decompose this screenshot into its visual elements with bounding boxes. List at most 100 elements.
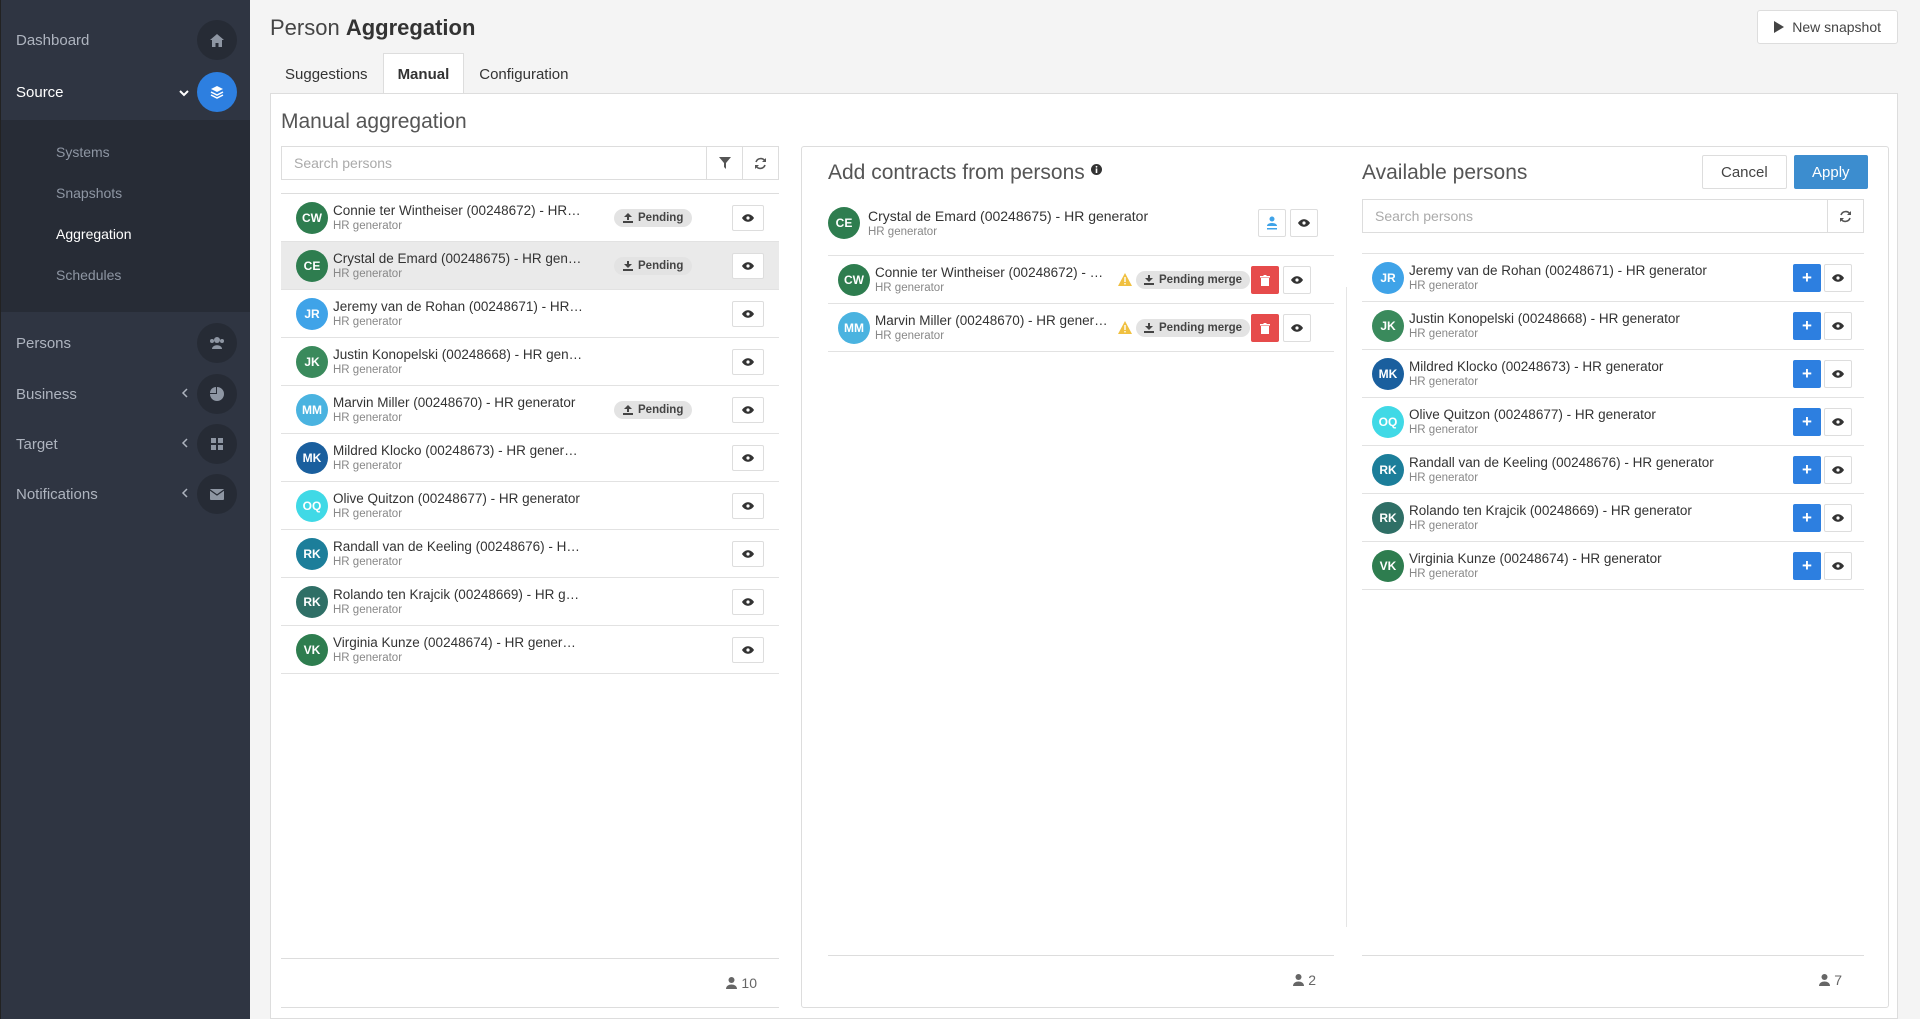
unlink-button[interactable] xyxy=(1258,209,1286,237)
person-source: HR generator xyxy=(333,268,403,280)
apply-button[interactable]: Apply xyxy=(1794,155,1868,189)
nav-persons[interactable]: Persons xyxy=(1,318,251,368)
add-button[interactable]: + xyxy=(1793,552,1821,580)
list-item: MK Mildred Klocko (00248673) - HR generat… xyxy=(1362,350,1864,398)
contracts-count: 2 xyxy=(1293,972,1316,988)
list-item[interactable]: VK Virginia Kunze (00248674) - HR generat… xyxy=(281,626,779,674)
add-button[interactable]: + xyxy=(1793,504,1821,532)
view-button[interactable] xyxy=(732,541,764,567)
person-source: HR generator xyxy=(1409,472,1479,484)
avatar: MM xyxy=(296,393,328,426)
list-item[interactable]: MM Marvin Miller (00248670) - HR generato… xyxy=(281,386,779,434)
view-button[interactable] xyxy=(732,301,764,327)
nav-business[interactable]: Business xyxy=(1,369,251,419)
view-button[interactable] xyxy=(1824,360,1852,388)
view-button[interactable] xyxy=(1824,552,1852,580)
status-badge-label: Pending xyxy=(638,212,684,224)
add-button[interactable]: + xyxy=(1793,456,1821,484)
list-item[interactable]: JK Justin Konopelski (00248668) - HR gene… xyxy=(281,338,779,386)
plus-icon: + xyxy=(1802,460,1812,479)
list-item[interactable]: CW Connie ter Wintheiser (00248672) - HR … xyxy=(281,194,779,242)
info-icon[interactable] xyxy=(1090,164,1102,175)
view-button[interactable] xyxy=(732,589,764,615)
available-search-input[interactable]: Search persons xyxy=(1363,200,1827,232)
view-button[interactable] xyxy=(732,637,764,663)
person-text: Justin Konopelski (00248668) - HR gener.… xyxy=(333,347,583,376)
add-button[interactable]: + xyxy=(1793,408,1821,436)
person-name: Connie ter Wintheiser (00248672) - HR g.… xyxy=(333,203,583,218)
nav-business-label: Business xyxy=(16,385,77,403)
list-item[interactable]: MK Mildred Klocko (00248673) - HR generat… xyxy=(281,434,779,482)
add-button[interactable]: + xyxy=(1793,264,1821,292)
filter-button[interactable] xyxy=(706,147,742,179)
eye-icon xyxy=(1832,514,1844,522)
view-button[interactable] xyxy=(1283,266,1311,294)
plus-icon: + xyxy=(1802,364,1812,383)
nav-source[interactable]: Source xyxy=(1,65,251,120)
nav-dashboard[interactable]: Dashboard xyxy=(1,15,251,65)
add-button[interactable]: + xyxy=(1793,360,1821,388)
view-button[interactable] xyxy=(1824,504,1852,532)
list-item[interactable]: CE Crystal de Emard (00248675) - HR gener… xyxy=(281,242,779,290)
upload-icon xyxy=(623,213,633,223)
list-item: RK Randall van de Keeling (00248676) - HR… xyxy=(1362,446,1864,494)
person-text: Randall van de Keeling (00248676) - HR g… xyxy=(1409,455,1769,484)
tab-configuration[interactable]: Configuration xyxy=(464,53,583,94)
view-button[interactable] xyxy=(1290,209,1318,237)
warning-indicator xyxy=(1118,321,1132,335)
person-text: Jeremy van de Rohan (00248671) - HR g...… xyxy=(333,299,583,328)
nav-notifications[interactable]: Notifications xyxy=(1,469,251,519)
status-badge-label: Pending xyxy=(638,260,684,272)
subnav-schedules[interactable]: Schedules xyxy=(56,267,121,283)
view-button[interactable] xyxy=(732,205,764,231)
available-refresh-button[interactable] xyxy=(1827,200,1863,232)
person-text: Rolando ten Krajcik (00248669) - HR gen.… xyxy=(333,587,583,616)
nav-target[interactable]: Target xyxy=(1,419,251,469)
new-snapshot-button[interactable]: New snapshot xyxy=(1757,10,1898,44)
person-text: Olive Quitzon (00248677) - HR generator H… xyxy=(333,491,583,520)
eye-icon xyxy=(742,358,754,366)
avatar: CE xyxy=(828,207,860,239)
person-text: Marvin Miller (00248670) - HR generator H… xyxy=(333,395,583,424)
view-button[interactable] xyxy=(732,397,764,423)
list-item[interactable]: RK Randall van de Keeling (00248676) - HR… xyxy=(281,530,779,578)
subnav-snapshots[interactable]: Snapshots xyxy=(56,185,122,201)
view-button[interactable] xyxy=(732,493,764,519)
remove-button[interactable] xyxy=(1251,266,1279,294)
plus-icon: + xyxy=(1802,556,1812,575)
person-source: HR generator xyxy=(333,460,403,472)
view-button[interactable] xyxy=(1824,312,1852,340)
subnav-systems[interactable]: Systems xyxy=(56,144,110,160)
subnav-aggregation[interactable]: Aggregation xyxy=(56,226,132,242)
view-button[interactable] xyxy=(732,349,764,375)
person-source: HR generator xyxy=(333,604,403,616)
page-title-light: Person xyxy=(270,15,340,40)
status-badge: Pending xyxy=(614,401,693,419)
view-button[interactable] xyxy=(732,253,764,279)
view-button[interactable] xyxy=(1824,408,1852,436)
view-button[interactable] xyxy=(1824,456,1852,484)
aggregation-card: Add contracts from persons CE Crystal de… xyxy=(801,146,1889,1008)
view-button[interactable] xyxy=(1283,314,1311,342)
list-item[interactable]: RK Rolando ten Krajcik (00248669) - HR ge… xyxy=(281,578,779,626)
tab-suggestions[interactable]: Suggestions xyxy=(270,53,383,94)
eye-icon xyxy=(1832,418,1844,426)
nav-notifications-label: Notifications xyxy=(16,485,98,503)
list-item[interactable]: JR Jeremy van de Rohan (00248671) - HR g.… xyxy=(281,290,779,338)
status-badge-label: Pending xyxy=(638,404,684,416)
person-text: Virginia Kunze (00248674) - HR generator… xyxy=(333,635,583,664)
list-item[interactable]: OQ Olive Quitzon (00248677) - HR generato… xyxy=(281,482,779,530)
remove-button[interactable] xyxy=(1251,314,1279,342)
persons-count-value: 10 xyxy=(741,975,757,991)
persons-search-input[interactable]: Search persons xyxy=(282,147,706,179)
plus-icon: + xyxy=(1802,316,1812,335)
add-button[interactable]: + xyxy=(1793,312,1821,340)
avatar: OQ xyxy=(1372,405,1404,438)
view-button[interactable] xyxy=(1824,264,1852,292)
refresh-button[interactable] xyxy=(742,147,778,179)
eye-icon xyxy=(1291,324,1303,332)
view-button[interactable] xyxy=(732,445,764,471)
cancel-button[interactable]: Cancel xyxy=(1702,155,1787,189)
refresh-icon xyxy=(755,157,766,169)
tab-manual[interactable]: Manual xyxy=(382,53,465,94)
